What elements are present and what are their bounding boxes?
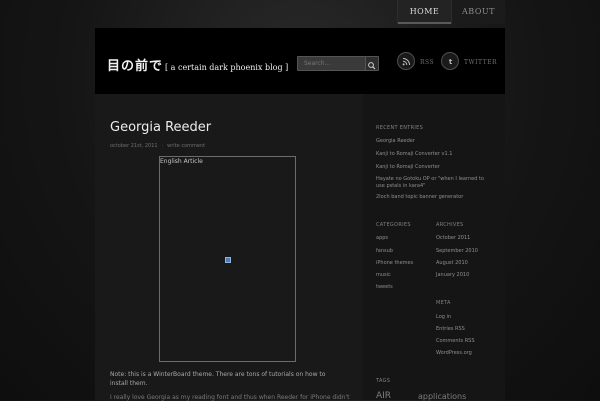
- twitter-label[interactable]: TWITTER: [464, 59, 497, 66]
- archives-heading: ARCHIVES: [436, 222, 464, 228]
- post-title[interactable]: Georgia Reeder: [110, 120, 211, 135]
- svg-text:t: t: [449, 58, 453, 66]
- archive-link[interactable]: October 2011: [436, 235, 470, 242]
- twitter-icon: t: [449, 58, 453, 66]
- recent-entry-link[interactable]: Hayate no Gotoku OP or "when I learned t…: [376, 176, 494, 190]
- recent-entry-link[interactable]: Georgia Reeder: [376, 138, 415, 145]
- nav-home[interactable]: HOME: [397, 0, 451, 24]
- post-meta: october 21st, 2011 · write comment: [110, 143, 205, 149]
- broken-image-icon: [225, 257, 231, 263]
- category-link[interactable]: fansub: [376, 248, 393, 255]
- search-button[interactable]: [365, 57, 378, 70]
- logo-tagline: [ a certain dark phoenix blog ]: [165, 63, 289, 72]
- meta-link[interactable]: Entries RSS: [436, 326, 465, 333]
- twitter-button[interactable]: t: [441, 52, 459, 70]
- meta-heading: META: [436, 300, 451, 306]
- search-box: [297, 56, 379, 71]
- post-comments-link[interactable]: write comment: [167, 143, 205, 149]
- rss-label[interactable]: RSS: [420, 59, 434, 66]
- search-input[interactable]: [298, 57, 362, 70]
- rss-button[interactable]: [397, 52, 415, 70]
- category-link[interactable]: music: [376, 272, 391, 279]
- main-content: Georgia Reeder october 21st, 2011 · write …: [95, 94, 363, 401]
- meta-link[interactable]: Comments RSS: [436, 338, 475, 345]
- categories-heading: CATEGORIES: [376, 222, 411, 228]
- nav-about[interactable]: ABOUT: [451, 0, 505, 24]
- archive-link[interactable]: January 2010: [436, 272, 469, 279]
- category-link[interactable]: apps: [376, 235, 388, 242]
- category-link[interactable]: tweets: [376, 284, 393, 291]
- post-note: Note: this is a WinterBoard theme. There…: [110, 371, 326, 387]
- article-frame: English Article: [159, 156, 296, 362]
- post-date: october 21st, 2011: [110, 143, 158, 149]
- frame-label: English Article: [160, 158, 203, 165]
- meta-link[interactable]: Log in: [436, 314, 451, 321]
- recent-entry-link[interactable]: 2Ioch band topic banner generator: [376, 194, 463, 201]
- rss-icon: [402, 58, 410, 66]
- sidebar: RECENT ENTRIES Georgia Reeder Kanji to R…: [363, 94, 505, 401]
- top-nav: HOME ABOUT: [397, 0, 505, 24]
- meta-separator: ·: [161, 143, 164, 149]
- archive-link[interactable]: August 2010: [436, 260, 468, 267]
- recent-entry-link[interactable]: Kanji to Romaji Converter v1.1: [376, 151, 452, 158]
- site-logo[interactable]: 目の前で[ a certain dark phoenix blog ]: [107, 55, 288, 74]
- archive-link[interactable]: September 2010: [436, 248, 478, 255]
- tags-heading: TAGS: [376, 378, 391, 384]
- site-header: 目の前で[ a certain dark phoenix blog ] RSS …: [95, 28, 505, 94]
- search-icon: [368, 62, 376, 70]
- logo-japanese: 目の前で: [107, 59, 164, 74]
- meta-link[interactable]: WordPress.org: [436, 350, 472, 357]
- recent-entries-heading: RECENT ENTRIES: [376, 125, 424, 131]
- category-link[interactable]: iPhone themes: [376, 260, 413, 267]
- recent-entry-link[interactable]: Kanji to Romaji Converter: [376, 164, 440, 171]
